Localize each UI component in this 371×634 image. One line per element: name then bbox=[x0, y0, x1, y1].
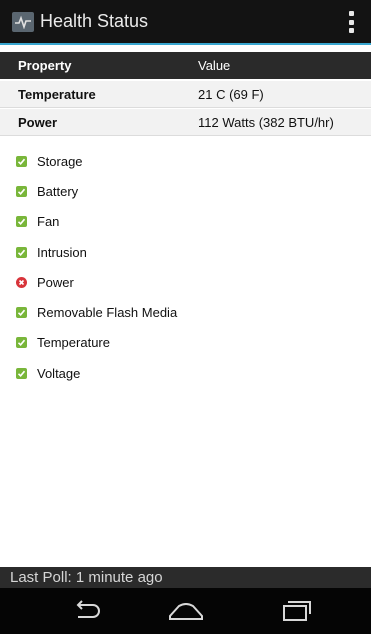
home-icon[interactable] bbox=[161, 596, 211, 626]
list-item-voltage[interactable]: Voltage bbox=[0, 358, 371, 388]
system-navigation-bar bbox=[0, 588, 371, 634]
component-status-list: Storage Battery Fan Intrusion Power Remo… bbox=[0, 146, 371, 388]
check-icon bbox=[16, 307, 27, 319]
list-item-battery[interactable]: Battery bbox=[0, 176, 371, 206]
component-label: Intrusion bbox=[37, 244, 87, 260]
component-label: Temperature bbox=[37, 335, 110, 351]
x-circle-icon bbox=[16, 276, 27, 288]
check-icon bbox=[16, 367, 27, 379]
property-cell: Temperature bbox=[18, 86, 96, 102]
component-label: Storage bbox=[37, 153, 83, 169]
component-label: Battery bbox=[37, 183, 79, 199]
component-label: Voltage bbox=[37, 365, 81, 381]
list-item-power[interactable]: Power bbox=[0, 267, 371, 297]
overflow-menu-icon[interactable] bbox=[349, 11, 355, 33]
check-icon bbox=[16, 246, 27, 258]
list-item-removable-flash-media[interactable]: Removable Flash Media bbox=[0, 297, 371, 327]
list-item-temperature[interactable]: Temperature bbox=[0, 328, 371, 358]
table-header: Property Value bbox=[0, 52, 371, 79]
property-cell: Power bbox=[18, 114, 58, 130]
component-label: Power bbox=[37, 274, 74, 290]
recent-apps-icon[interactable] bbox=[271, 596, 321, 626]
check-icon bbox=[16, 185, 27, 197]
check-icon bbox=[16, 216, 27, 228]
action-bar: Health Status bbox=[0, 0, 371, 45]
health-monitor-icon bbox=[12, 11, 34, 32]
app-title: Health Status bbox=[40, 11, 149, 31]
component-label: Fan bbox=[37, 214, 60, 230]
check-icon bbox=[16, 337, 27, 349]
value-cell: 112 Watts (382 BTU/hr) bbox=[198, 114, 334, 130]
value-cell: 21 C (69 F) bbox=[198, 86, 264, 102]
value-column-header: Value bbox=[198, 58, 231, 73]
property-column-header: Property bbox=[18, 58, 72, 73]
last-poll-bar: Last Poll: 1 minute ago bbox=[0, 567, 371, 588]
component-label: Removable Flash Media bbox=[37, 305, 178, 321]
list-item-storage[interactable]: Storage bbox=[0, 146, 371, 176]
phone-screen: Health Status Property Value Temperature… bbox=[0, 0, 371, 634]
table-row: Temperature 21 C (69 F) bbox=[0, 81, 371, 108]
check-icon bbox=[16, 155, 27, 167]
list-item-intrusion[interactable]: Intrusion bbox=[0, 237, 371, 267]
list-item-fan[interactable]: Fan bbox=[0, 207, 371, 237]
table-row: Power 112 Watts (382 BTU/hr) bbox=[0, 109, 371, 136]
back-icon[interactable] bbox=[61, 596, 111, 626]
last-poll-text: Last Poll: 1 minute ago bbox=[10, 569, 163, 586]
